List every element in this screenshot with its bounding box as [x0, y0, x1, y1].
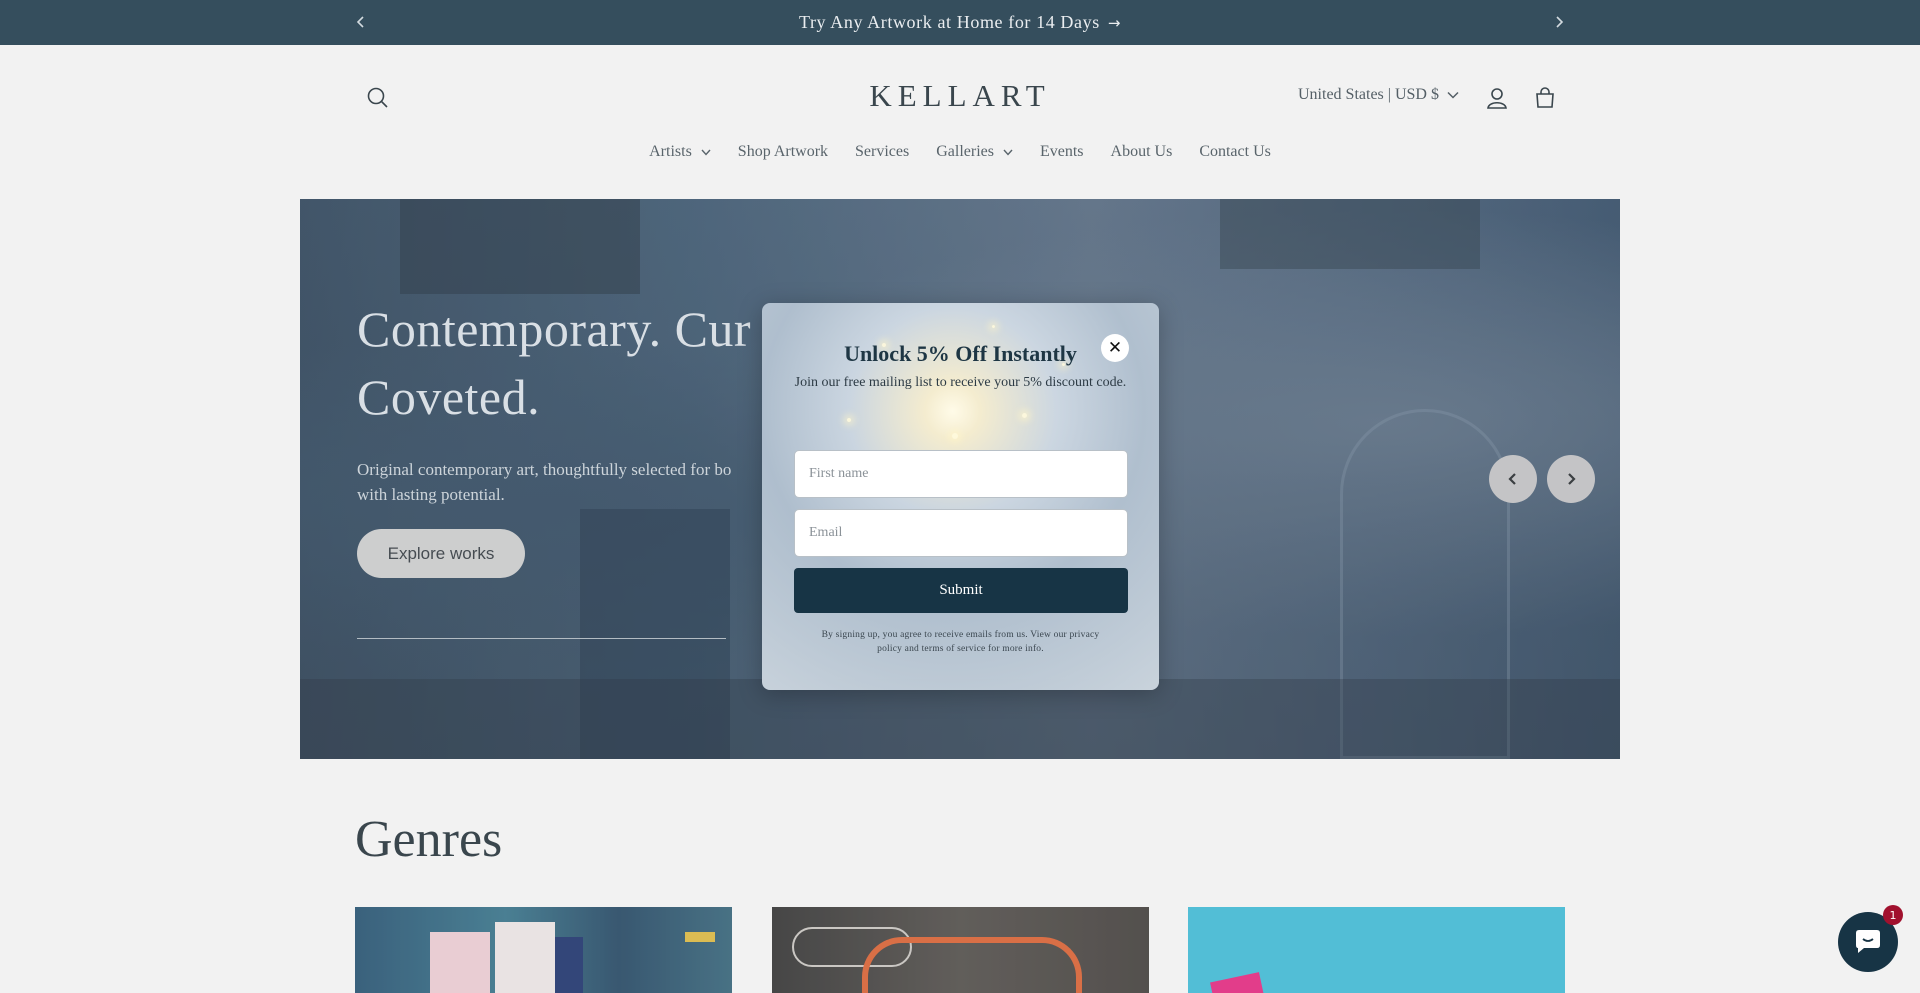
- newsletter-popup: ✕ Unlock 5% Off Instantly Join our free …: [762, 303, 1159, 690]
- popup-title: Unlock 5% Off Instantly: [844, 341, 1077, 366]
- email-input[interactable]: [794, 509, 1128, 557]
- popup-legal-text: By signing up, you agree to receive emai…: [821, 630, 1100, 654]
- submit-button[interactable]: Submit: [794, 568, 1128, 613]
- popup-subtitle: Join our free mailing list to receive yo…: [794, 375, 1127, 390]
- first-name-input[interactable]: [794, 450, 1128, 498]
- chat-unread-badge: 1: [1883, 905, 1903, 925]
- sparkle-decoration: [952, 433, 958, 439]
- chat-icon: [1856, 930, 1880, 953]
- sparkle-decoration: [992, 325, 995, 328]
- sparkle-decoration: [1022, 413, 1027, 418]
- sparkle-decoration: [847, 418, 851, 422]
